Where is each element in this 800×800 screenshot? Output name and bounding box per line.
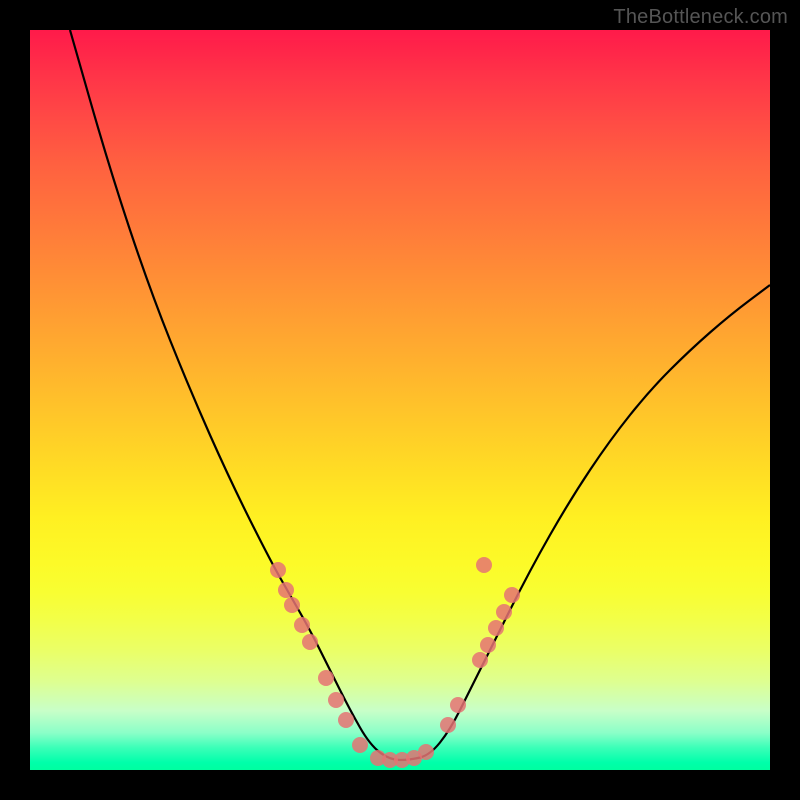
marker-point [338, 712, 354, 728]
marker-point [352, 737, 368, 753]
marker-point [440, 717, 456, 733]
marker-point [472, 652, 488, 668]
marker-point [504, 587, 520, 603]
plot-area [30, 30, 770, 770]
marker-point [270, 562, 286, 578]
marker-point [318, 670, 334, 686]
marker-point [302, 634, 318, 650]
watermark-text: TheBottleneck.com [613, 6, 788, 29]
marker-point [284, 597, 300, 613]
marker-point [476, 557, 492, 573]
marker-point [488, 620, 504, 636]
bottleneck-curve [70, 30, 770, 760]
marker-point [496, 604, 512, 620]
marker-point [278, 582, 294, 598]
marker-point [418, 744, 434, 760]
chart-frame: TheBottleneck.com [0, 0, 800, 800]
marker-point [450, 697, 466, 713]
marker-point [294, 617, 310, 633]
marker-point [328, 692, 344, 708]
highlighted-points [270, 557, 520, 768]
chart-svg [30, 30, 770, 770]
marker-point [480, 637, 496, 653]
